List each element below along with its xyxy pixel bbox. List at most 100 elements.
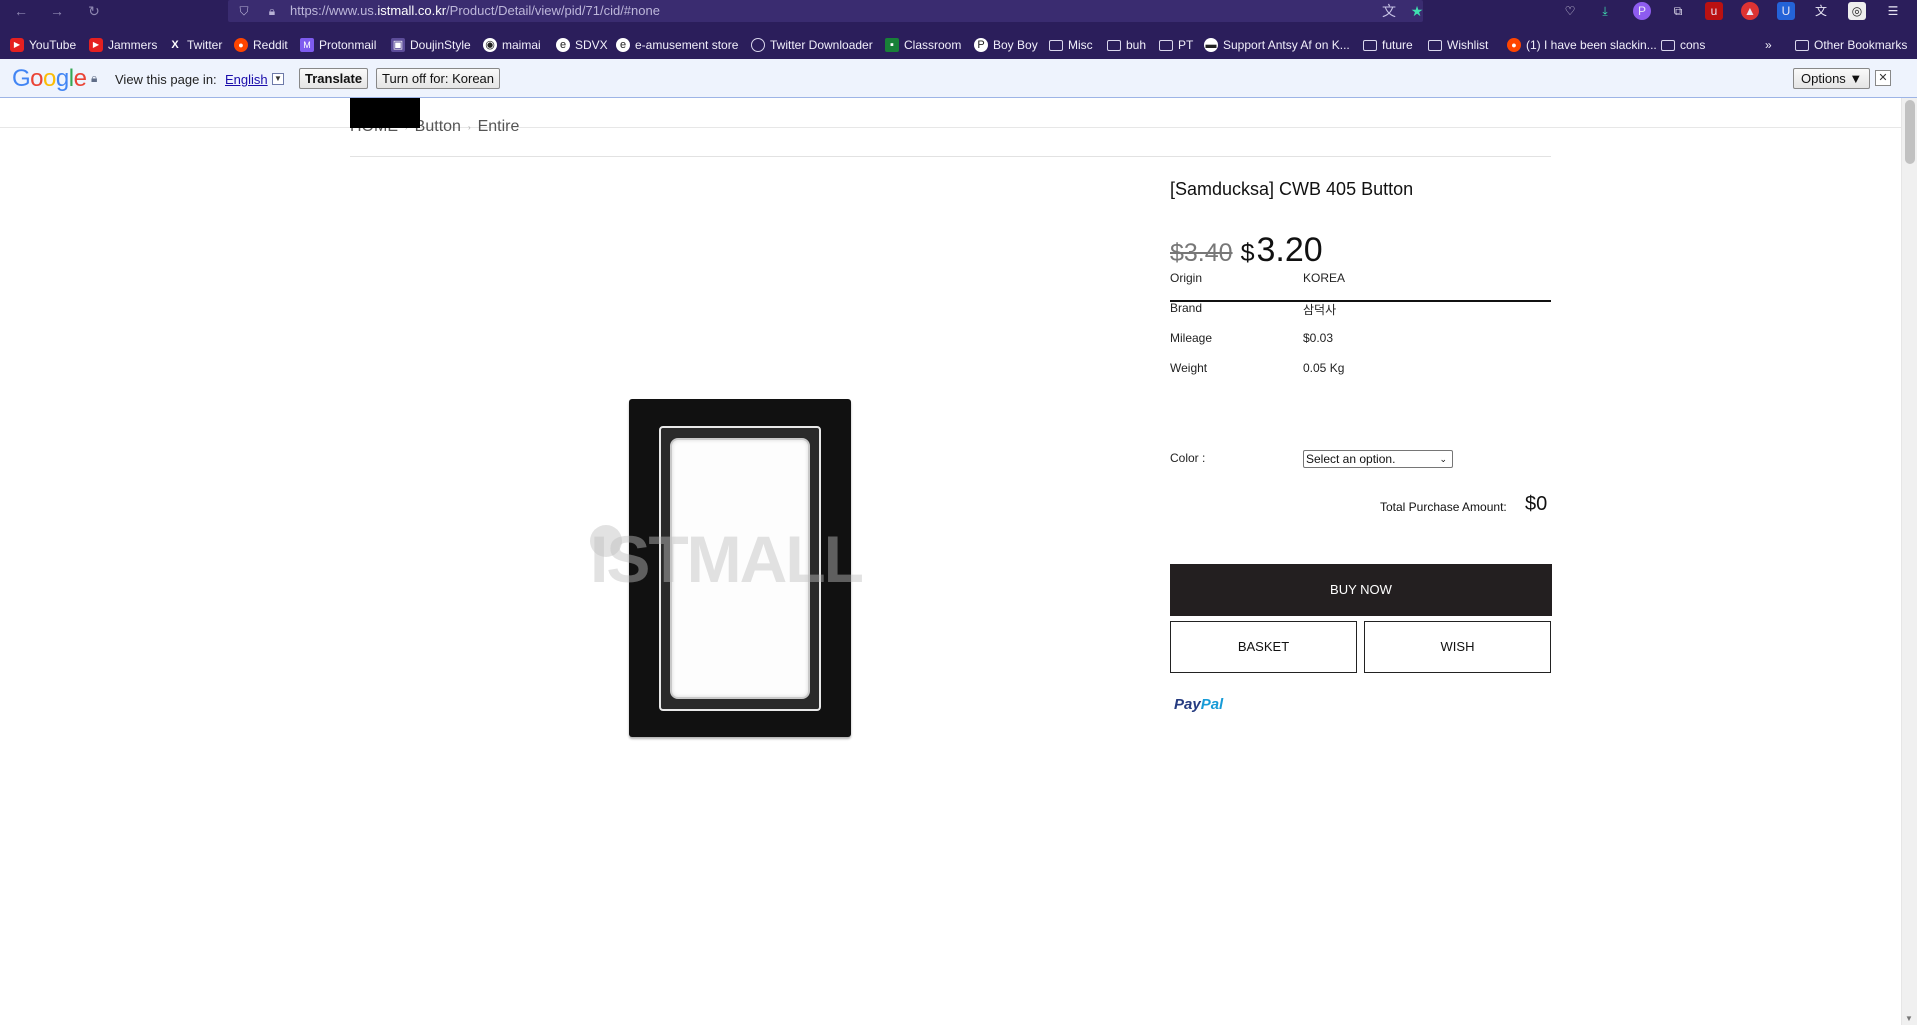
- bookmark-doujinstyle[interactable]: ▣ DoujinStyle: [391, 36, 471, 54]
- bookmark-maimai[interactable]: ◉ maimai: [483, 36, 541, 54]
- folder-icon: [1795, 39, 1809, 51]
- product-title: [Samducksa] CWB 405 Button: [1170, 179, 1414, 199]
- price-row: $3.40 $ 3.20: [1170, 231, 1323, 270]
- menu-icon[interactable]: ☰: [1884, 2, 1902, 20]
- bookmark-pt[interactable]: PT: [1159, 36, 1193, 54]
- folder-icon: [1049, 39, 1063, 51]
- site-icon: ▬: [1204, 38, 1218, 52]
- folder-icon: [1363, 39, 1377, 51]
- spec-value-origin: KOREA: [1303, 271, 1346, 285]
- spec-label-mileage: Mileage: [1170, 331, 1213, 345]
- bookmark-twitter-downloader[interactable]: Twitter Downloader: [751, 36, 873, 54]
- bookmark-cons[interactable]: cons: [1661, 36, 1705, 54]
- download-icon[interactable]: ⤓: [1596, 2, 1614, 20]
- translate-options-button[interactable]: Options ▼: [1793, 68, 1871, 89]
- total-amount-value: $0: [1525, 493, 1548, 515]
- scrollbar-thumb[interactable]: [1905, 100, 1915, 164]
- content-divider: [350, 156, 1551, 157]
- bookmarks-overflow-button[interactable]: »: [1765, 36, 1772, 54]
- bookmark-classroom[interactable]: ▪ Classroom: [885, 36, 961, 54]
- close-icon[interactable]: ✕: [1875, 70, 1891, 86]
- chevron-down-icon: ⌄: [1439, 454, 1447, 464]
- color-select[interactable]: Select an option. ⌄: [1303, 450, 1453, 468]
- star-icon[interactable]: ★: [1408, 2, 1426, 20]
- protonmail-icon: M: [300, 38, 314, 52]
- bookmark-wishlist[interactable]: Wishlist: [1428, 36, 1488, 54]
- spec-label-weight: Weight: [1170, 361, 1208, 375]
- bookmark-misc[interactable]: Misc: [1049, 36, 1093, 54]
- breadcrumb-button[interactable]: Button: [415, 118, 461, 138]
- header-divider: [0, 127, 1901, 128]
- google-translate-bar: Google 🔒︎ View this page in: English ▼ T…: [0, 59, 1917, 98]
- breadcrumb-separator: ›: [467, 123, 471, 132]
- spec-value-brand: 삼덕사: [1303, 303, 1337, 317]
- classroom-icon: ▪: [885, 38, 899, 52]
- total-amount-label: Total Purchase Amount:: [1380, 500, 1507, 514]
- bookmark-boy-boy[interactable]: P Boy Boy: [974, 36, 1038, 54]
- forward-icon[interactable]: →: [48, 2, 66, 20]
- translate-icon[interactable]: 文: [1380, 2, 1398, 20]
- x-icon: X: [171, 39, 179, 51]
- other-bookmarks[interactable]: Other Bookmarks: [1795, 36, 1907, 54]
- translate-button[interactable]: Translate: [299, 68, 369, 89]
- folder-icon: [1159, 39, 1173, 51]
- extension-icon[interactable]: ▲: [1741, 2, 1759, 20]
- chevron-down-icon[interactable]: ▼: [272, 73, 284, 85]
- sale-price: 3.20: [1256, 231, 1323, 269]
- color-label: Color :: [1170, 451, 1206, 465]
- extension-icon[interactable]: ◎: [1848, 2, 1866, 20]
- bookmark-twitter[interactable]: X Twitter: [168, 36, 222, 54]
- bookmark-e-amusement-store[interactable]: e e-amusement store: [616, 36, 738, 54]
- site-logo[interactable]: [350, 98, 420, 128]
- site-icon: e: [616, 38, 630, 52]
- folder-icon: [1661, 39, 1675, 51]
- chevron-double-right-icon: »: [1765, 38, 1772, 52]
- profile-icon[interactable]: P: [1633, 2, 1651, 20]
- wish-button[interactable]: WISH: [1364, 621, 1551, 673]
- spec-label-origin: Origin: [1170, 271, 1203, 285]
- extensions-icon[interactable]: ⧉: [1669, 2, 1687, 20]
- bookmark-buh[interactable]: buh: [1107, 36, 1146, 54]
- url-text[interactable]: https://www.us.istmall.co.kr/Product/Det…: [290, 3, 660, 18]
- browser-toolbar: ← → ↻ ⛉ 🔒︎ https://www.us.istmall.co.kr/…: [0, 0, 1917, 22]
- basket-button[interactable]: BASKET: [1170, 621, 1357, 673]
- bookmark-future[interactable]: future: [1363, 36, 1413, 54]
- bookmark-reddit-post[interactable]: ● (1) I have been slackin...: [1507, 36, 1657, 54]
- bookmark-reddit[interactable]: ● Reddit: [234, 36, 288, 54]
- page-scrollbar[interactable]: ▼: [1901, 98, 1917, 1025]
- site-icon: ◉: [483, 38, 497, 52]
- reload-icon[interactable]: ↻: [85, 2, 103, 20]
- folder-icon: [1428, 39, 1442, 51]
- color-select-value: Select an option.: [1306, 452, 1396, 466]
- back-icon[interactable]: ←: [12, 2, 30, 20]
- youtube-icon: ▶: [89, 38, 103, 52]
- folder-icon: [1107, 39, 1121, 51]
- bookmark-sdvx[interactable]: e SDVX: [556, 36, 608, 54]
- google-logo: Google: [12, 65, 87, 92]
- translate-prompt: View this page in:: [115, 72, 217, 87]
- extension-icon[interactable]: 文: [1812, 2, 1830, 20]
- buy-now-button[interactable]: BUY NOW: [1170, 564, 1552, 616]
- page-content: HOME › Button › Entire ISTMALL [Samducks…: [0, 98, 1901, 1025]
- pocket-icon[interactable]: ♡: [1561, 2, 1579, 20]
- bookmark-protonmail[interactable]: M Protonmail: [300, 36, 376, 54]
- site-icon: e: [556, 38, 570, 52]
- shield-icon[interactable]: ⛉: [236, 3, 252, 19]
- spec-value-mileage: $0.03: [1303, 331, 1334, 345]
- bookmark-jammers[interactable]: ▶ Jammers: [89, 36, 157, 54]
- bookmark-youtube[interactable]: ▶ YouTube: [10, 36, 76, 54]
- site-icon: ▣: [391, 38, 405, 52]
- globe-icon: [751, 38, 765, 52]
- paypal-logo[interactable]: PayPal: [1174, 696, 1223, 713]
- language-selector[interactable]: English: [225, 72, 268, 87]
- turn-off-translate-button[interactable]: Turn off for: Korean: [376, 68, 501, 89]
- chevron-down-icon[interactable]: ▼: [1905, 1014, 1913, 1023]
- extension-icon[interactable]: u: [1705, 2, 1723, 20]
- lock-icon: 🔒︎: [91, 71, 98, 85]
- url-field[interactable]: ⛉ 🔒︎ https://www.us.istmall.co.kr/Produc…: [228, 0, 1423, 22]
- spec-value-weight: 0.05 Kg: [1303, 361, 1345, 375]
- lock-icon[interactable]: 🔒︎: [264, 3, 280, 19]
- bookmark-support-antsy[interactable]: ▬ Support Antsy Af on K...: [1204, 36, 1350, 54]
- extension-icon[interactable]: U: [1777, 2, 1795, 20]
- breadcrumb-entire[interactable]: Entire: [478, 118, 520, 138]
